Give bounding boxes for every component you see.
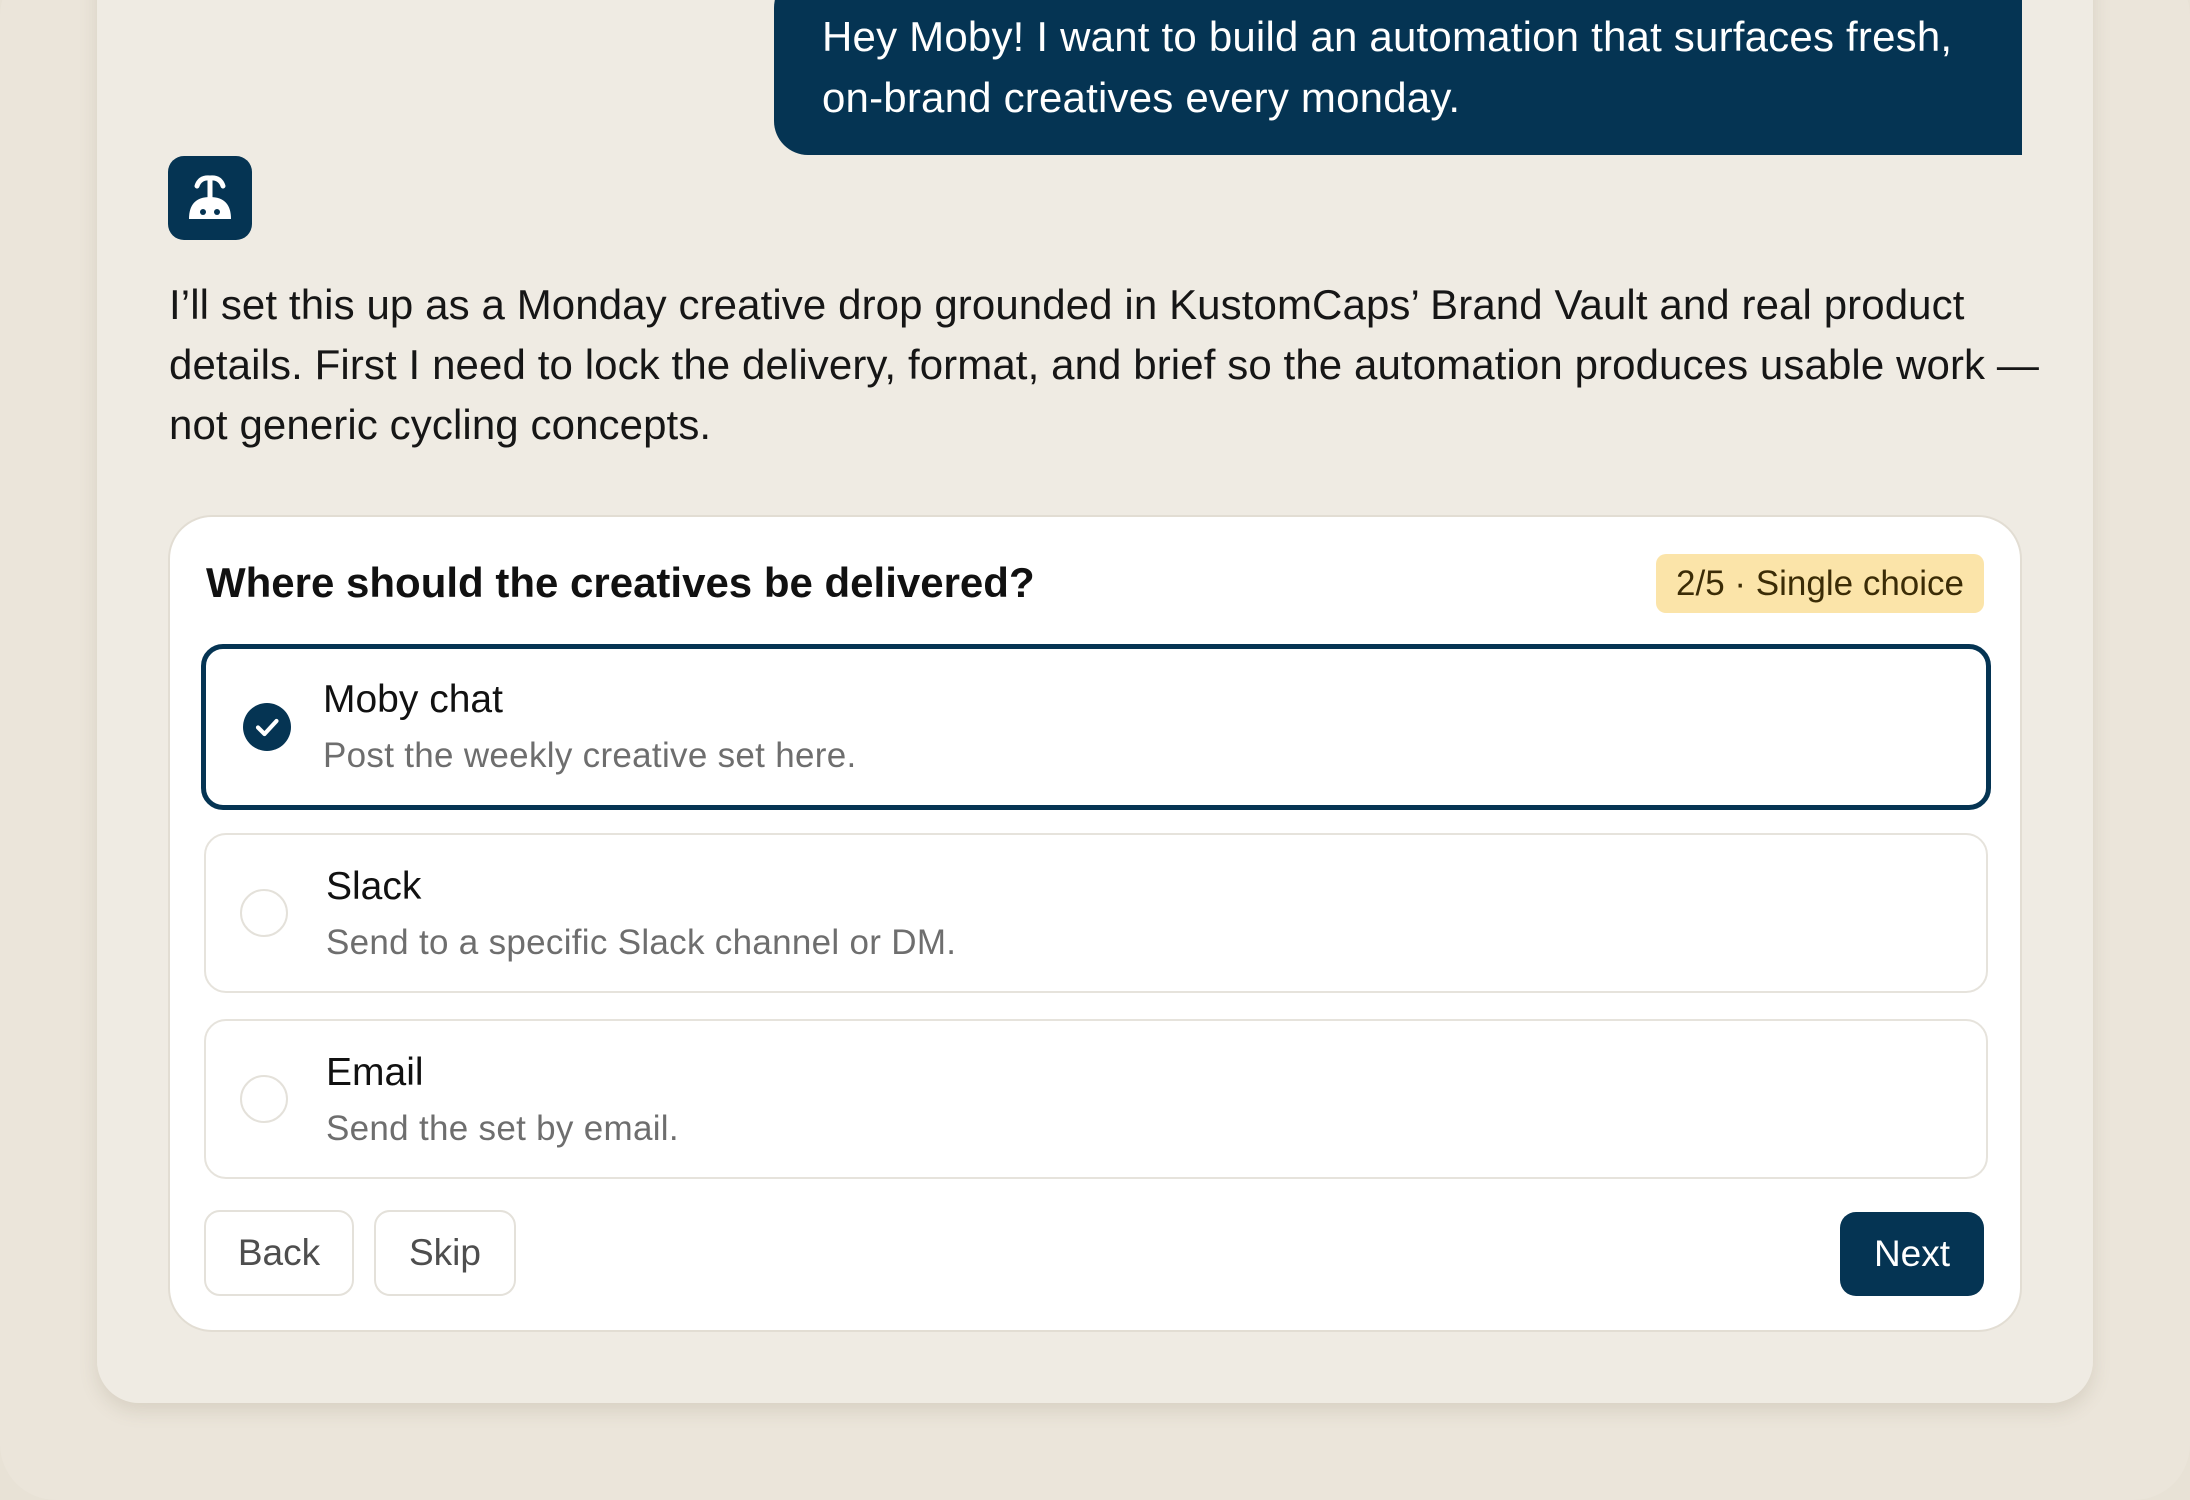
- radio-checked-icon[interactable]: [243, 703, 291, 751]
- question-title: Where should the creatives be delivered?: [206, 559, 1035, 606]
- option-moby-chat[interactable]: Moby chat Post the weekly creative set h…: [201, 644, 1991, 810]
- assistant-message: I’ll set this up as a Monday creative dr…: [169, 281, 2040, 448]
- assistant-avatar: [168, 156, 252, 240]
- back-button[interactable]: Back: [204, 1210, 354, 1296]
- option-slack[interactable]: Slack Send to a specific Slack channel o…: [204, 833, 1988, 993]
- progress-badge: 2/5 · Single choice: [1656, 554, 1984, 613]
- user-message-text: Hey Moby! I want to build an automation …: [822, 13, 1953, 121]
- option-description: Post the weekly creative set here.: [323, 736, 857, 775]
- radio-unchecked-icon[interactable]: [240, 1075, 288, 1123]
- option-description: Send the set by email.: [326, 1109, 679, 1148]
- option-email[interactable]: Email Send the set by email.: [204, 1019, 1988, 1179]
- option-description: Send to a specific Slack channel or DM.: [326, 923, 957, 962]
- user-message-bubble: Hey Moby! I want to build an automation …: [774, 0, 2022, 155]
- option-title: Email: [326, 1051, 424, 1094]
- skip-button[interactable]: Skip: [374, 1210, 516, 1296]
- option-title: Moby chat: [323, 678, 503, 721]
- question-card: Where should the creatives be delivered?…: [168, 515, 2022, 1332]
- whale-icon: [189, 175, 231, 219]
- option-title: Slack: [326, 865, 422, 908]
- next-button[interactable]: Next: [1840, 1212, 1984, 1296]
- radio-unchecked-icon[interactable]: [240, 889, 288, 937]
- checkmark-icon: [255, 718, 279, 737]
